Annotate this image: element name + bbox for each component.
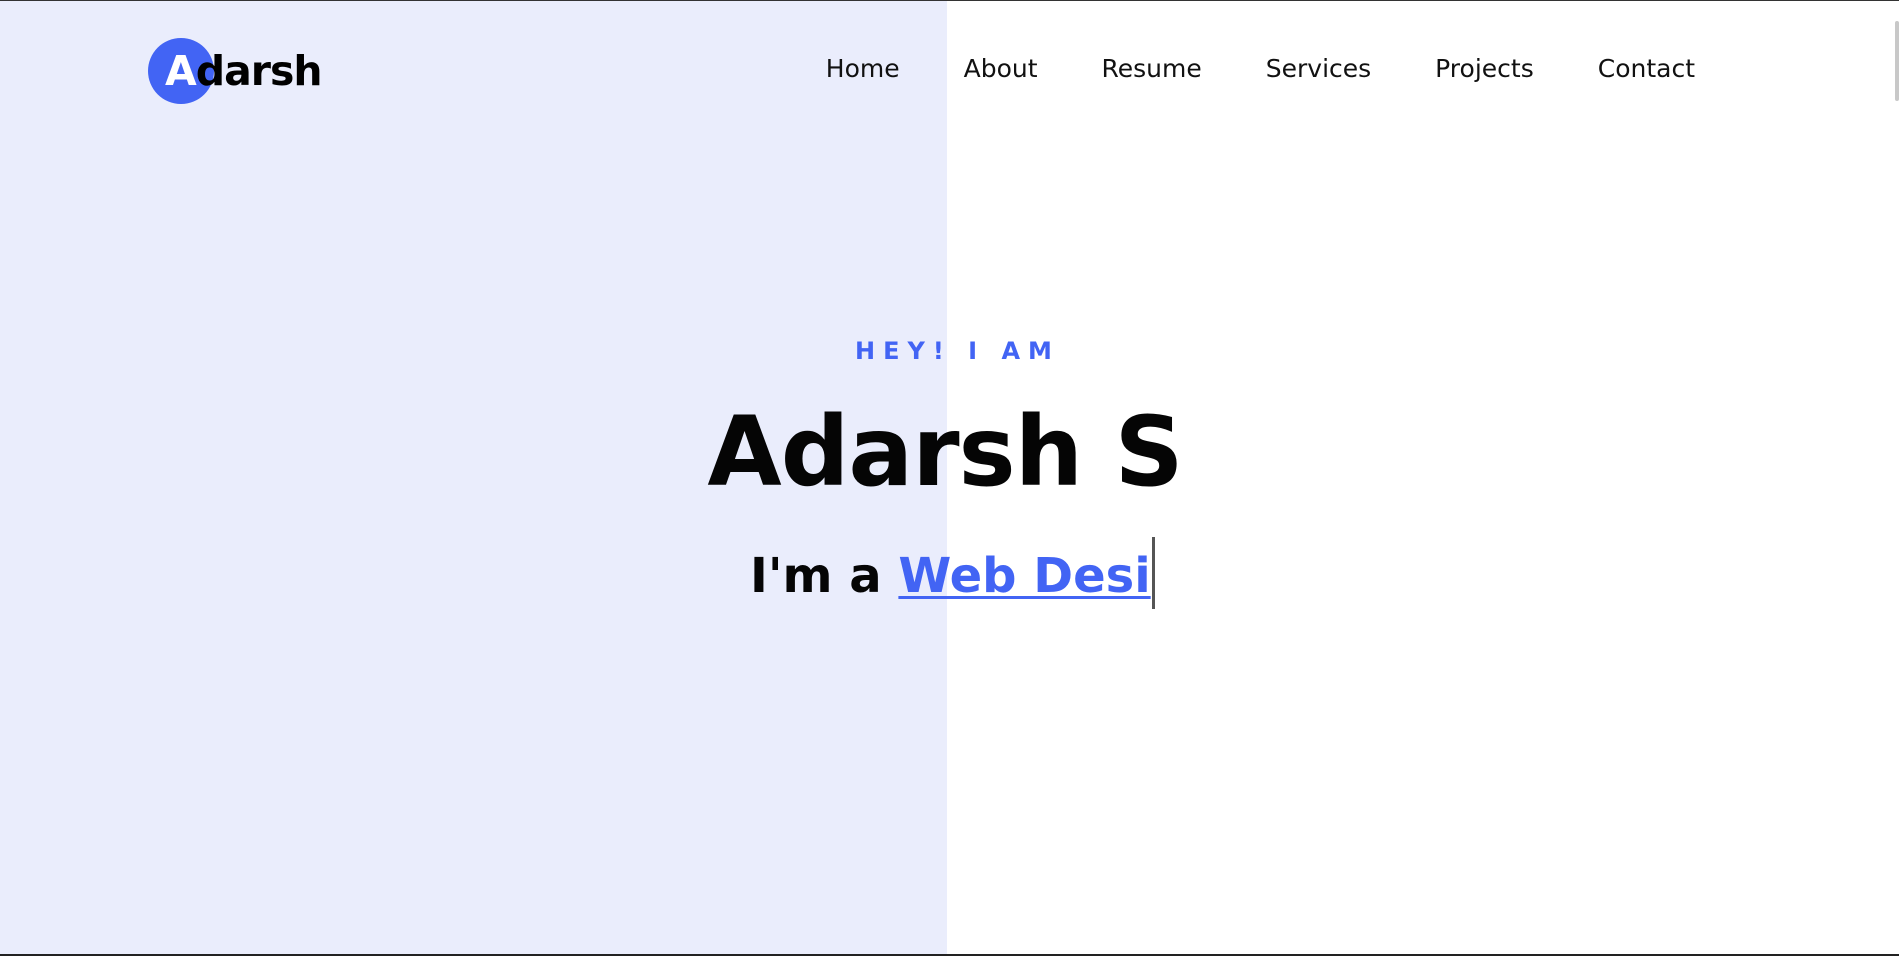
page: Adarsh Home About Resume Services Projec… — [0, 0, 1899, 956]
logo-first-letter: A — [165, 47, 197, 95]
nav-contact[interactable]: Contact — [1598, 49, 1695, 89]
hero-name: Adarsh S — [707, 396, 1183, 508]
nav-home[interactable]: Home — [826, 49, 900, 89]
nav-about[interactable]: About — [964, 49, 1038, 89]
typing-caret — [1151, 537, 1155, 609]
hero-role-typed[interactable]: Web Desi — [898, 548, 1150, 604]
hero-eyebrow: HEY! I AM — [855, 337, 1060, 365]
hero-role: I'm a Web Desi — [750, 537, 1155, 615]
nav-resume[interactable]: Resume — [1102, 49, 1202, 89]
logo-text: Adarsh — [148, 38, 323, 104]
nav-services[interactable]: Services — [1266, 49, 1371, 89]
logo-rest: darsh — [195, 47, 323, 95]
main-nav: Home About Resume Services Projects Cont… — [762, 49, 1695, 89]
site-logo[interactable]: Adarsh — [148, 38, 323, 104]
hero-role-prefix: I'm a — [750, 548, 882, 604]
scrollbar-thumb[interactable] — [1895, 21, 1899, 101]
nav-projects[interactable]: Projects — [1435, 49, 1534, 89]
